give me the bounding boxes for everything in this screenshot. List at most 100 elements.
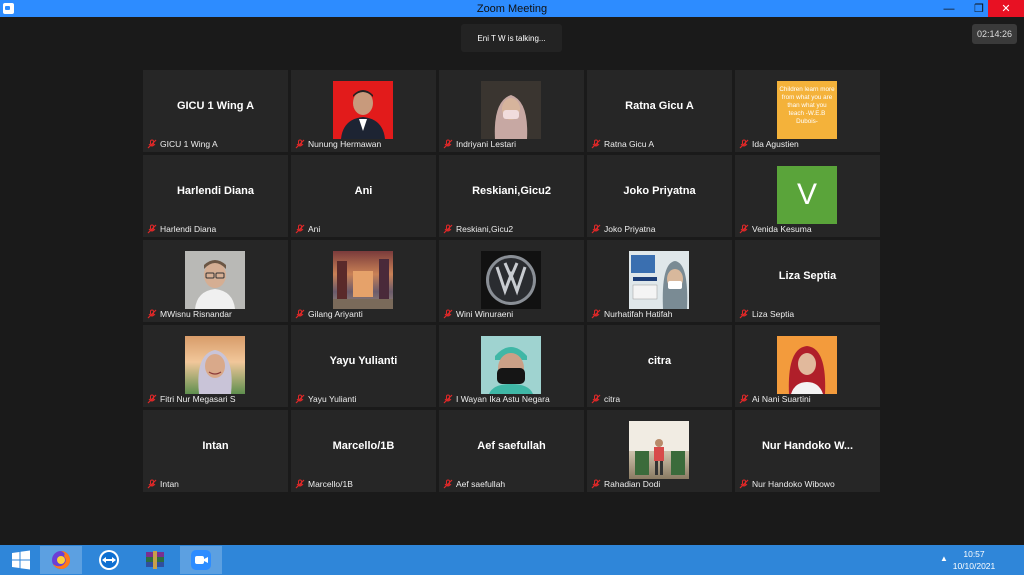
participant-tile[interactable]: Intan Intan — [143, 410, 288, 492]
participant-name: Ani — [308, 224, 321, 234]
active-speaker-indicator: Eni T W is talking... — [461, 24, 562, 52]
participant-tile[interactable]: Marcello/1B Marcello/1B — [291, 410, 436, 492]
muted-mic-icon — [591, 139, 601, 149]
muted-mic-icon — [591, 479, 601, 489]
participant-name: MWisnu Risnandar — [160, 309, 232, 319]
firefox-icon[interactable] — [40, 546, 82, 574]
muted-mic-icon — [295, 309, 305, 319]
participant-label: I Wayan Ika Astu Negara — [443, 393, 550, 405]
muted-mic-icon — [443, 309, 453, 319]
participant-name: Aef saefullah — [456, 479, 506, 489]
minimize-button[interactable]: — — [934, 0, 964, 17]
participant-label: Marcello/1B — [295, 478, 353, 490]
zoom-app-icon — [3, 3, 14, 14]
participant-name: Harlendi Diana — [160, 224, 217, 234]
participant-tile[interactable]: Nunung Hermawan — [291, 70, 436, 152]
participant-name: Liza Septia — [752, 309, 795, 319]
ppni-poster-avatar — [629, 251, 689, 309]
woman-hijab-outdoor-avatar — [185, 336, 245, 394]
participant-display-name: Ani — [354, 185, 373, 197]
participant-label: Yayu Yulianti — [295, 393, 356, 405]
participant-tile[interactable]: Ai Nani Suartini — [735, 325, 880, 407]
participant-name: GICU 1 Wing A — [160, 139, 218, 149]
muted-mic-icon — [147, 309, 157, 319]
muted-mic-icon — [739, 309, 749, 319]
muted-mic-icon — [739, 479, 749, 489]
muted-mic-icon — [591, 309, 601, 319]
participant-display-name: Harlendi Diana — [176, 185, 255, 197]
participant-tile[interactable]: Fitri Nur Megasari S — [143, 325, 288, 407]
participant-tile[interactable]: Gilang Ariyanti — [291, 240, 436, 322]
muted-mic-icon — [295, 224, 305, 234]
letter-v-avatar: V — [777, 166, 837, 224]
participant-display-name: Liza Septia — [778, 270, 837, 282]
participant-tile[interactable]: citra citra — [587, 325, 732, 407]
city-street-avatar — [333, 251, 393, 309]
participant-tile[interactable]: Nur Handoko W... Nur Handoko Wibowo — [735, 410, 880, 492]
participant-display-name: Ratna Gicu A — [625, 100, 694, 112]
participant-tile[interactable]: Liza Septia Liza Septia — [735, 240, 880, 322]
participant-tile[interactable]: Nurhatifah Hatifah — [587, 240, 732, 322]
windows-start-icon[interactable] — [0, 546, 42, 574]
participant-tile[interactable]: Rahadian Dodi — [587, 410, 732, 492]
participant-label: Nur Handoko Wibowo — [739, 478, 835, 490]
participant-label: GICU 1 Wing A — [147, 138, 218, 150]
system-clock[interactable]: 10:57 10/10/2021 — [944, 548, 1004, 572]
participant-tile[interactable]: I Wayan Ika Astu Negara — [439, 325, 584, 407]
participant-label: Ai Nani Suartini — [739, 393, 811, 405]
window-title: Zoom Meeting — [476, 2, 548, 15]
participant-display-name: Reskiani,Gicu2 — [472, 185, 551, 197]
windows-taskbar: ▲ 10:57 10/10/2021 — [0, 545, 1024, 575]
participant-tile[interactable]: MWisnu Risnandar — [143, 240, 288, 322]
gallery-grid: GICU 1 Wing A GICU 1 Wing A Nunung Herma… — [143, 70, 880, 492]
participant-label: Indriyani Lestari — [443, 138, 516, 150]
teamviewer-icon[interactable] — [88, 546, 130, 574]
participant-tile[interactable]: Yayu Yulianti Yayu Yulianti — [291, 325, 436, 407]
participant-label: Ida Agustien — [739, 138, 799, 150]
muted-mic-icon — [295, 479, 305, 489]
close-button[interactable]: ✕ — [988, 0, 1024, 17]
participant-tile[interactable]: Children learn more from what you are th… — [735, 70, 880, 152]
participant-tile[interactable]: GICU 1 Wing A GICU 1 Wing A — [143, 70, 288, 152]
participant-name: I Wayan Ika Astu Negara — [456, 394, 550, 404]
vw-logo-avatar — [481, 251, 541, 309]
sticky-note-quote: Children learn more from what you are th… — [779, 86, 835, 125]
participant-display-name: citra — [647, 355, 672, 367]
participant-tile[interactable]: Indriyani Lestari — [439, 70, 584, 152]
participant-name: Rahadian Dodi — [604, 479, 661, 489]
zoom-icon[interactable] — [180, 546, 222, 574]
participant-label: citra — [591, 393, 620, 405]
winrar-icon[interactable] — [134, 546, 176, 574]
meeting-timer: 02:14:26 — [972, 24, 1017, 44]
participant-name: Fitri Nur Megasari S — [160, 394, 236, 404]
participant-label: MWisnu Risnandar — [147, 308, 232, 320]
participant-tile[interactable]: Ani Ani — [291, 155, 436, 237]
participant-label: Liza Septia — [739, 308, 794, 320]
window-title-bar[interactable]: Zoom Meeting — ❐ ✕ — [0, 0, 1024, 17]
muted-mic-icon — [295, 139, 305, 149]
participant-label: Intan — [147, 478, 179, 490]
participant-tile[interactable]: Joko Priyatna Joko Priyatna — [587, 155, 732, 237]
quote-sticky-note-avatar: Children learn more from what you are th… — [777, 81, 837, 139]
participant-tile[interactable]: Wini Winuraeni — [439, 240, 584, 322]
participant-name: Marcello/1B — [308, 479, 353, 489]
participant-tile[interactable]: Ratna Gicu A Ratna Gicu A — [587, 70, 732, 152]
surgical-cap-mask-avatar — [481, 336, 541, 394]
participant-tile[interactable]: Reskiani,Gicu2 Reskiani,Gicu2 — [439, 155, 584, 237]
participant-display-name: Nur Handoko W... — [761, 440, 854, 452]
muted-mic-icon — [443, 139, 453, 149]
participant-display-name: Aef saefullah — [477, 440, 546, 452]
participant-tile[interactable]: Harlendi Diana Harlendi Diana — [143, 155, 288, 237]
muted-mic-icon — [147, 139, 157, 149]
participant-name: Joko Priyatna — [604, 224, 656, 234]
muted-mic-icon — [739, 139, 749, 149]
muted-mic-icon — [591, 224, 601, 234]
participant-tile[interactable]: V Venida Kesuma — [735, 155, 880, 237]
muted-mic-icon — [591, 394, 601, 404]
participant-name: Nunung Hermawan — [308, 139, 382, 149]
participant-name: Gilang Ariyanti — [308, 309, 363, 319]
participant-tile[interactable]: Aef saefullah Aef saefullah — [439, 410, 584, 492]
participant-label: Rahadian Dodi — [591, 478, 660, 490]
participant-name: Venida Kesuma — [752, 224, 812, 234]
participant-display-name: Yayu Yulianti — [329, 355, 398, 367]
